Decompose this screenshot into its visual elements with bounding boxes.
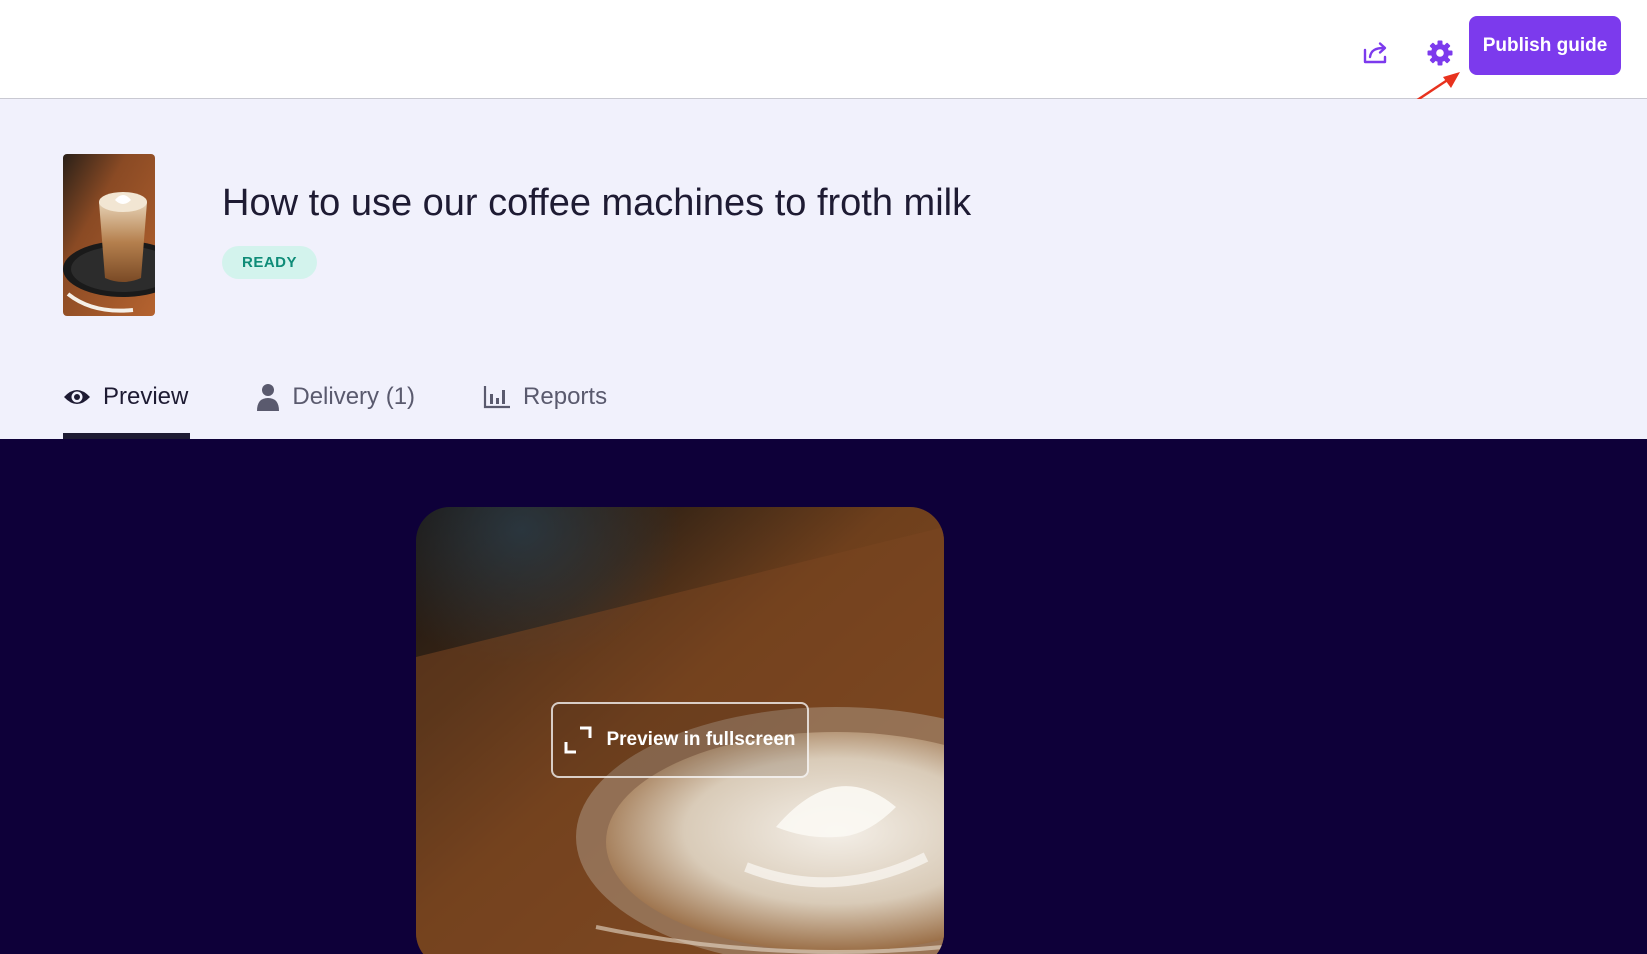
- fullscreen-label: Preview in fullscreen: [606, 729, 796, 750]
- eye-icon: [63, 387, 91, 407]
- person-icon: [256, 383, 280, 411]
- preview-fullscreen-button[interactable]: Preview in fullscreen: [551, 702, 809, 778]
- share-button[interactable]: [1356, 33, 1396, 73]
- tab-label: Delivery (1): [292, 383, 416, 410]
- share-icon: [1363, 42, 1387, 64]
- tab-label: Preview: [103, 383, 189, 410]
- bar-chart-icon: [483, 385, 511, 409]
- guide-preview-card: Preview in fullscreen: [416, 507, 944, 954]
- tab-preview[interactable]: Preview: [63, 369, 188, 425]
- gear-icon: [1427, 40, 1453, 66]
- tab-reports[interactable]: Reports: [483, 369, 607, 425]
- tab-bar: Preview Delivery (1) Reports: [63, 369, 675, 439]
- publish-guide-button[interactable]: Publish guide: [1469, 16, 1621, 75]
- latte-thumbnail: [63, 154, 155, 316]
- settings-button[interactable]: [1420, 33, 1460, 73]
- tab-label: Reports: [523, 383, 608, 410]
- top-bar: Publish guide: [0, 0, 1647, 99]
- expand-icon: [564, 726, 592, 754]
- status-badge: READY: [222, 246, 318, 279]
- preview-stage: Preview in fullscreen: [0, 439, 1647, 954]
- guide-title: How to use our coffee machines to froth …: [222, 182, 972, 224]
- guide-header: How to use our coffee machines to froth …: [0, 99, 1647, 439]
- tab-delivery[interactable]: Delivery (1): [256, 369, 415, 425]
